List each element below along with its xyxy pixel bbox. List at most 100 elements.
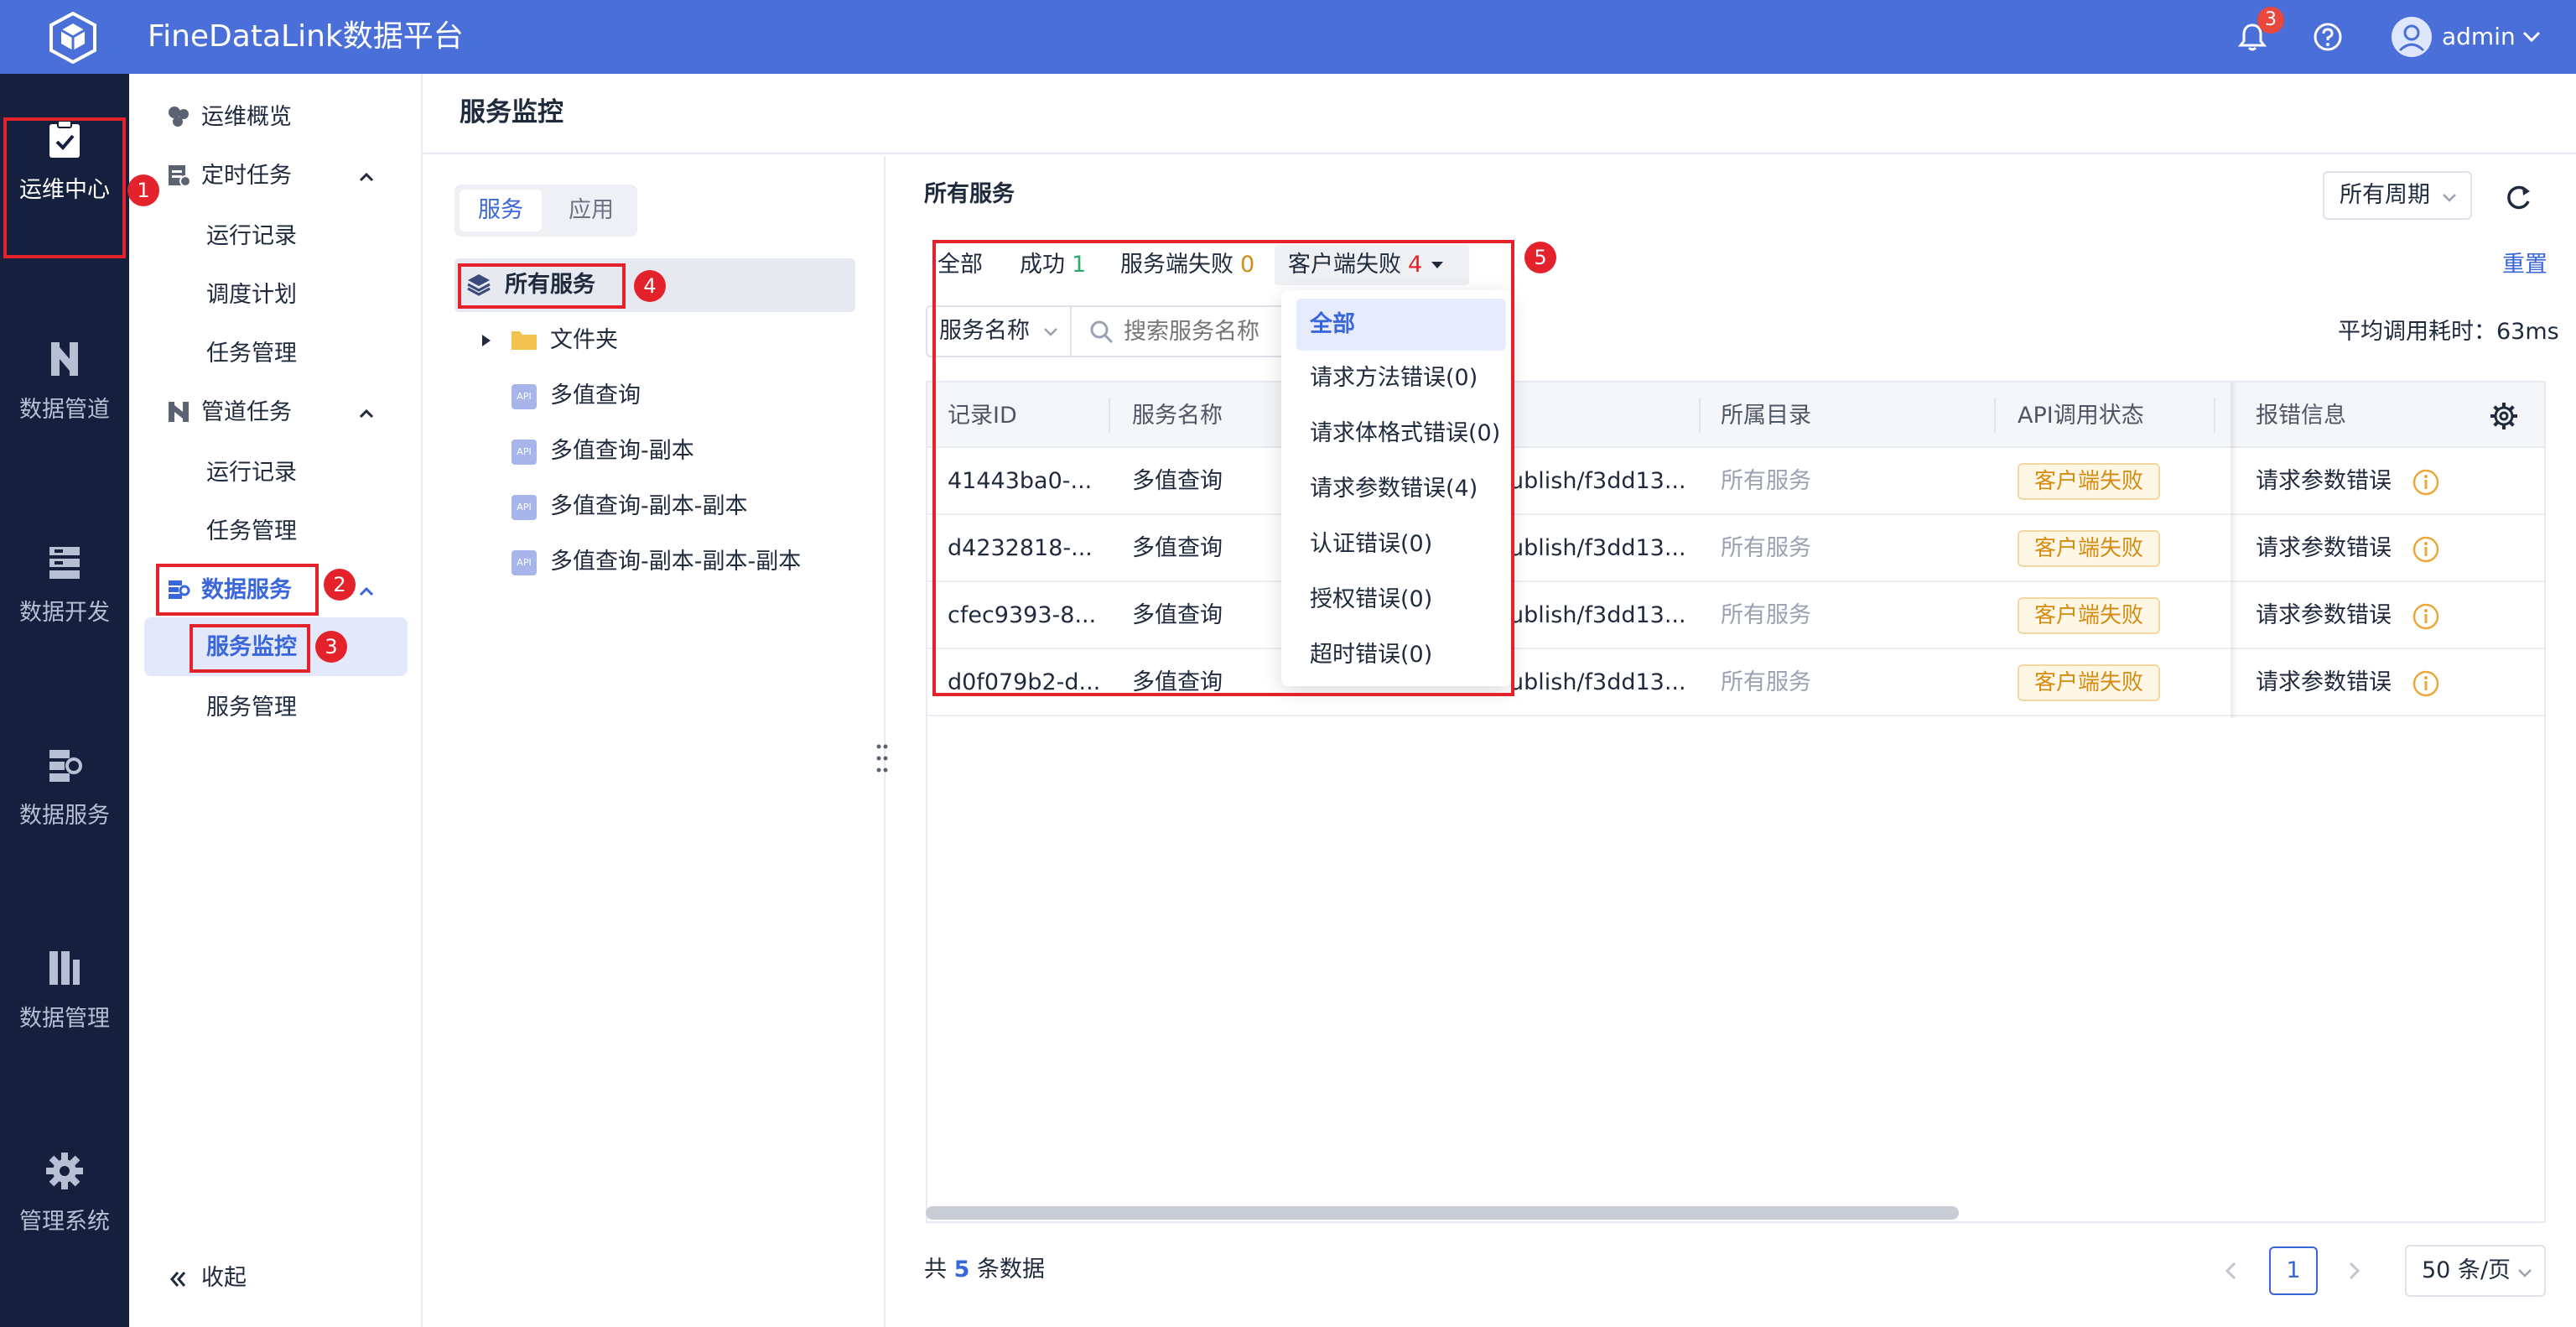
rail-item-label: 数据管理: [19, 1006, 110, 1032]
notification-badge: 3: [2257, 7, 2284, 34]
column-divider: [2214, 398, 2215, 433]
double-chevron-left-icon[interactable]: [166, 1267, 191, 1292]
app-title: FineDataLink数据平台: [148, 19, 464, 54]
status-badge: 客户端失败: [2018, 463, 2161, 500]
tree-node-service[interactable]: 多值查询-副本: [550, 435, 694, 468]
sidebar-item-schedule-plan[interactable]: 调度计划: [206, 278, 297, 312]
api-icon: API: [512, 495, 537, 520]
total-count: 5: [953, 1257, 970, 1283]
refresh-icon[interactable]: [2502, 181, 2534, 213]
sidebar-item-service-manage[interactable]: 服务管理: [206, 691, 297, 725]
sidebar-item-pipeline-tasks[interactable]: 管道任务: [201, 396, 292, 429]
overview-icon: [169, 107, 189, 127]
status-badge: 客户端失败: [2018, 597, 2161, 634]
cell-path: ublish/f3dd13...: [1509, 535, 1686, 561]
total-count-label: 共 5 条数据: [924, 1253, 1045, 1287]
status-badge: 客户端失败: [2018, 530, 2161, 567]
annotation-box: [156, 564, 319, 616]
avg-latency-label: 平均调用耗时：63ms: [2338, 319, 2559, 345]
cell-directory: 所有服务: [1721, 669, 1811, 695]
status-badge: 客户端失败: [2018, 664, 2161, 701]
sidebar-item-task-manage[interactable]: 任务管理: [206, 515, 297, 549]
rail-item-data-service[interactable]: 数据服务: [0, 745, 129, 862]
server-stack-icon: [49, 547, 80, 579]
page-number-button[interactable]: 1: [2269, 1246, 2318, 1295]
folder-icon: [512, 331, 537, 350]
tree-node-service[interactable]: 多值查询-副本-副本: [550, 490, 748, 523]
rail-item-label: 管理系统: [19, 1209, 110, 1235]
reset-link[interactable]: 重置: [2502, 248, 2547, 282]
fixed-column-shadow: [2231, 382, 2237, 718]
chevron-up-icon[interactable]: [356, 166, 377, 188]
chevron-up-icon[interactable]: [356, 403, 377, 424]
info-icon[interactable]: [2412, 468, 2440, 497]
info-icon[interactable]: [2412, 602, 2440, 631]
tab-services[interactable]: 服务: [460, 190, 542, 232]
rail-item-data-manage[interactable]: 数据管理: [0, 948, 129, 1065]
column-header-error-info[interactable]: 报错信息: [2256, 399, 2346, 433]
service-icon: [49, 750, 82, 782]
chevron-up-icon[interactable]: [356, 580, 377, 602]
chevron-down-icon: [2443, 194, 2456, 202]
chevron-left-icon[interactable]: [2219, 1258, 2244, 1283]
cell-error-info: 请求参数错误: [2256, 535, 2392, 561]
annotation-number: 1: [127, 174, 159, 206]
cell-error-info: 请求参数错误: [2256, 669, 2392, 695]
sidebar-item-run-records[interactable]: 运行记录: [206, 456, 297, 490]
rail-item-label: 数据开发: [19, 600, 110, 626]
cell-error-info: 请求参数错误: [2256, 602, 2392, 628]
settings-icon[interactable]: [2489, 401, 2519, 431]
section-title: 所有服务: [924, 181, 1015, 207]
username[interactable]: admin: [2442, 20, 2516, 54]
sidebar-item-scheduled-tasks[interactable]: 定时任务: [201, 159, 292, 193]
horizontal-scrollbar[interactable]: [926, 1206, 1959, 1220]
page-size-select[interactable]: 50 条/页: [2405, 1245, 2546, 1297]
chevron-right-icon[interactable]: [2341, 1258, 2366, 1283]
annotation-number: 2: [324, 569, 356, 601]
avatar[interactable]: [2392, 17, 2432, 57]
sidebar-item-task-manage[interactable]: 任务管理: [206, 337, 297, 371]
cell-directory: 所有服务: [1721, 602, 1811, 628]
rail-item-admin-system[interactable]: 管理系统: [0, 1151, 129, 1268]
page-size-value: 50 条/页: [2422, 1257, 2511, 1283]
rail-item-data-pipeline[interactable]: 数据管道: [0, 339, 129, 456]
tree-node-service[interactable]: 多值查询: [550, 379, 641, 413]
page-header: [423, 74, 2576, 154]
annotation-number: 5: [1524, 242, 1556, 273]
info-icon[interactable]: [2412, 669, 2440, 698]
chevron-down-icon: [2518, 1269, 2532, 1278]
tree-node-folder[interactable]: 文件夹: [550, 324, 618, 357]
tab-applications[interactable]: 应用: [550, 190, 632, 232]
cell-path: ublish/f3dd13...: [1509, 468, 1686, 494]
annotation-box: [458, 263, 626, 309]
period-select[interactable]: 所有周期: [2323, 171, 2472, 220]
drag-handle-icon[interactable]: [875, 743, 889, 773]
page-title: 服务监控: [460, 97, 564, 127]
annotation-number: 4: [634, 270, 666, 302]
help-icon[interactable]: [2311, 20, 2345, 54]
api-icon: API: [512, 550, 537, 575]
info-icon[interactable]: [2412, 535, 2440, 564]
annotation-box: [190, 624, 310, 673]
chevron-down-icon[interactable]: [2519, 23, 2544, 49]
pipeline-icon: [51, 342, 78, 376]
column-header-api-status[interactable]: API调用状态: [2018, 399, 2144, 433]
sidebar-item-run-records[interactable]: 运行记录: [206, 220, 297, 253]
user-icon: [2398, 24, 2425, 52]
period-select-value: 所有周期: [2340, 182, 2430, 208]
cell-directory: 所有服务: [1721, 535, 1811, 561]
cell-path: ublish/f3dd13...: [1509, 669, 1686, 695]
logo-icon: [49, 12, 96, 64]
collapse-button[interactable]: 收起: [201, 1262, 247, 1295]
api-icon: API: [512, 440, 537, 465]
rail-item-data-dev[interactable]: 数据开发: [0, 542, 129, 659]
total-prefix: 共: [924, 1257, 947, 1283]
tree-node-service[interactable]: 多值查询-副本-副本-副本: [550, 545, 801, 579]
sidebar-item-ops-overview[interactable]: 运维概览: [201, 101, 292, 134]
caret-right-icon[interactable]: [478, 332, 495, 349]
pipeline-icon: [169, 402, 189, 422]
main-nav-rail: [0, 74, 129, 1327]
calendar-task-icon: [169, 165, 191, 187]
column-divider: [1994, 398, 1996, 433]
column-header-directory[interactable]: 所属目录: [1721, 399, 1811, 433]
